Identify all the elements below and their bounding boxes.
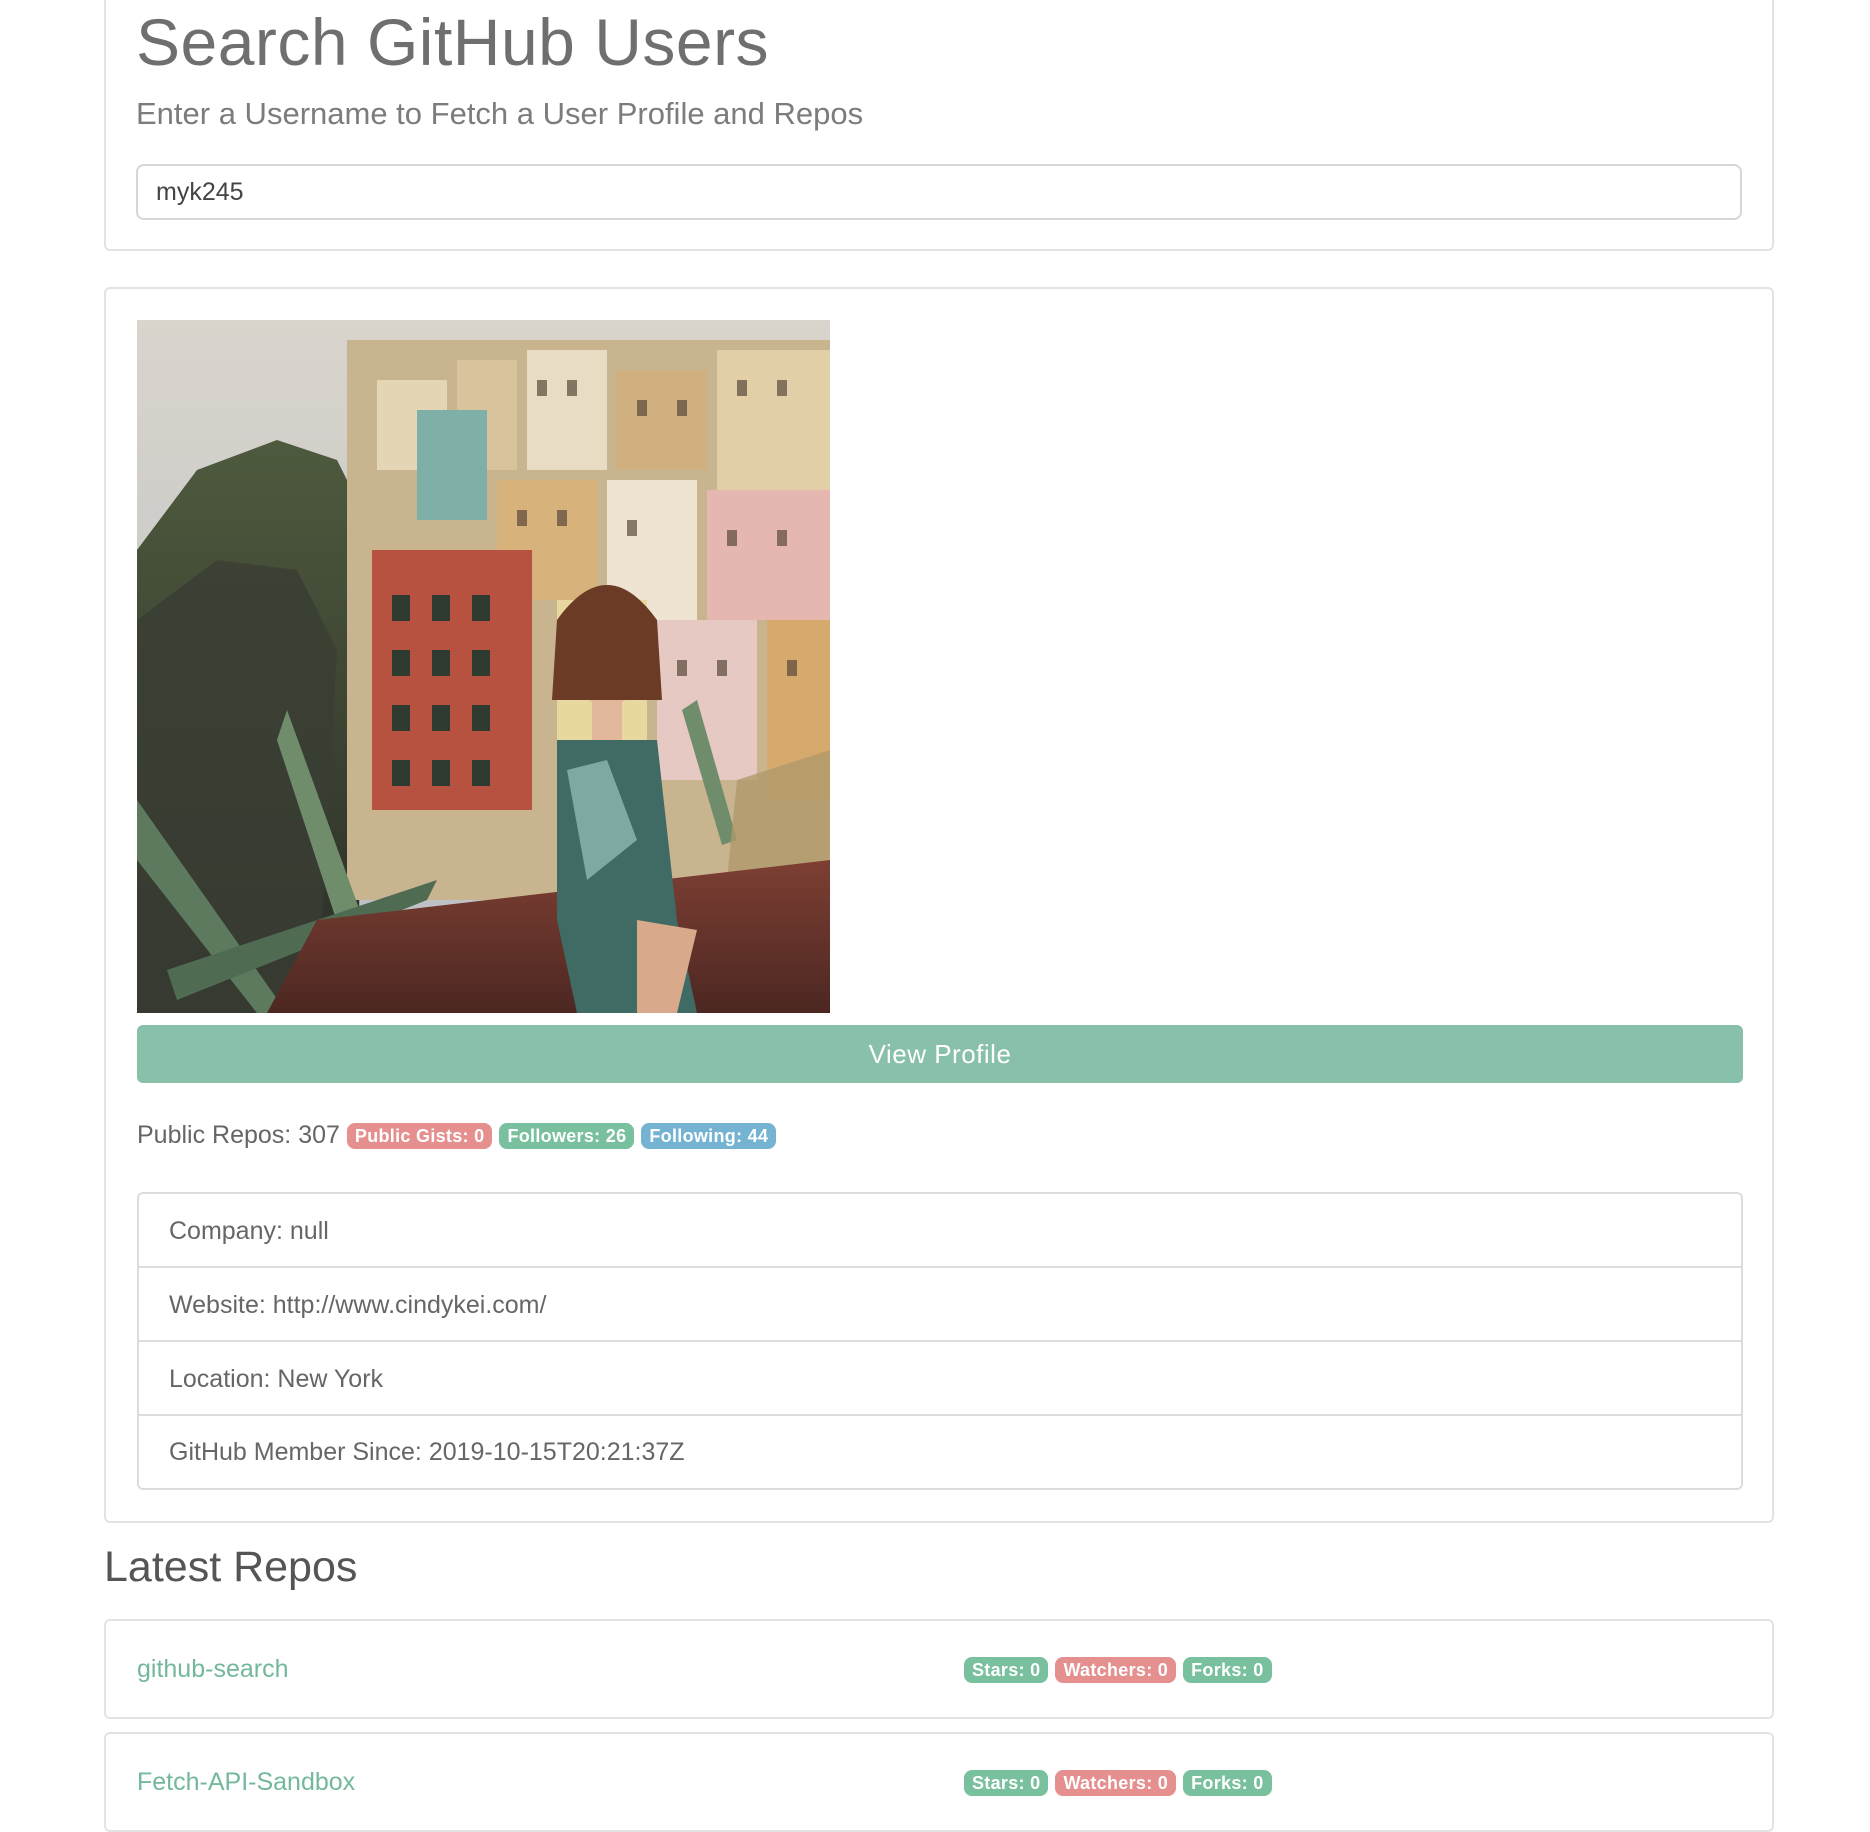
forks-badge: Forks: 0 [1183,1770,1272,1796]
member-since-item: GitHub Member Since: 2019-10-15T20:21:37… [169,1438,685,1466]
stars-badge: Stars: 0 [964,1770,1049,1796]
forks-badge: Forks: 0 [1183,1657,1272,1683]
public-repos-count: Public Repos: 307 [137,1121,340,1149]
search-card: Search GitHub Users Enter a Username to … [104,0,1774,251]
page-title: Search GitHub Users [136,5,770,79]
repo-link[interactable]: Fetch-API-Sandbox [137,1768,355,1797]
view-profile-button[interactable]: View Profile [137,1025,1743,1083]
repo-badges: Stars: 0 Watchers: 0 Forks: 0 [964,1657,1272,1683]
followers-badge: Followers: 26 [499,1122,635,1149]
avatar-photo [137,320,830,1013]
following-badge: Following: 44 [641,1122,777,1149]
website-item: Website: http://www.cindykei.com/ [139,1268,1741,1342]
latest-repos-heading: Latest Repos [104,1543,358,1591]
watchers-badge: Watchers: 0 [1055,1657,1177,1683]
avatar [137,320,830,1013]
search-input[interactable] [136,164,1742,220]
location-item: Location: New York [139,1342,1741,1416]
watchers-badge: Watchers: 0 [1055,1770,1177,1796]
repo-link[interactable]: github-search [137,1655,288,1684]
repo-card: github-search Stars: 0 Watchers: 0 Forks… [104,1619,1774,1719]
profile-stats: Public Repos: 307 Public Gists: 0 Follow… [137,1121,777,1150]
company-item: Company: null [139,1194,1741,1268]
profile-info-list: Company: null Website: http://www.cindyk… [137,1192,1743,1490]
public-gists-badge: Public Gists: 0 [346,1122,493,1149]
search-subtitle: Enter a Username to Fetch a User Profile… [136,96,864,131]
stars-badge: Stars: 0 [964,1657,1049,1683]
repo-card: Fetch-API-Sandbox Stars: 0 Watchers: 0 F… [104,1732,1774,1832]
profile-card: View Profile Public Repos: 307 Public Gi… [104,287,1774,1523]
repo-badges: Stars: 0 Watchers: 0 Forks: 0 [964,1770,1272,1796]
